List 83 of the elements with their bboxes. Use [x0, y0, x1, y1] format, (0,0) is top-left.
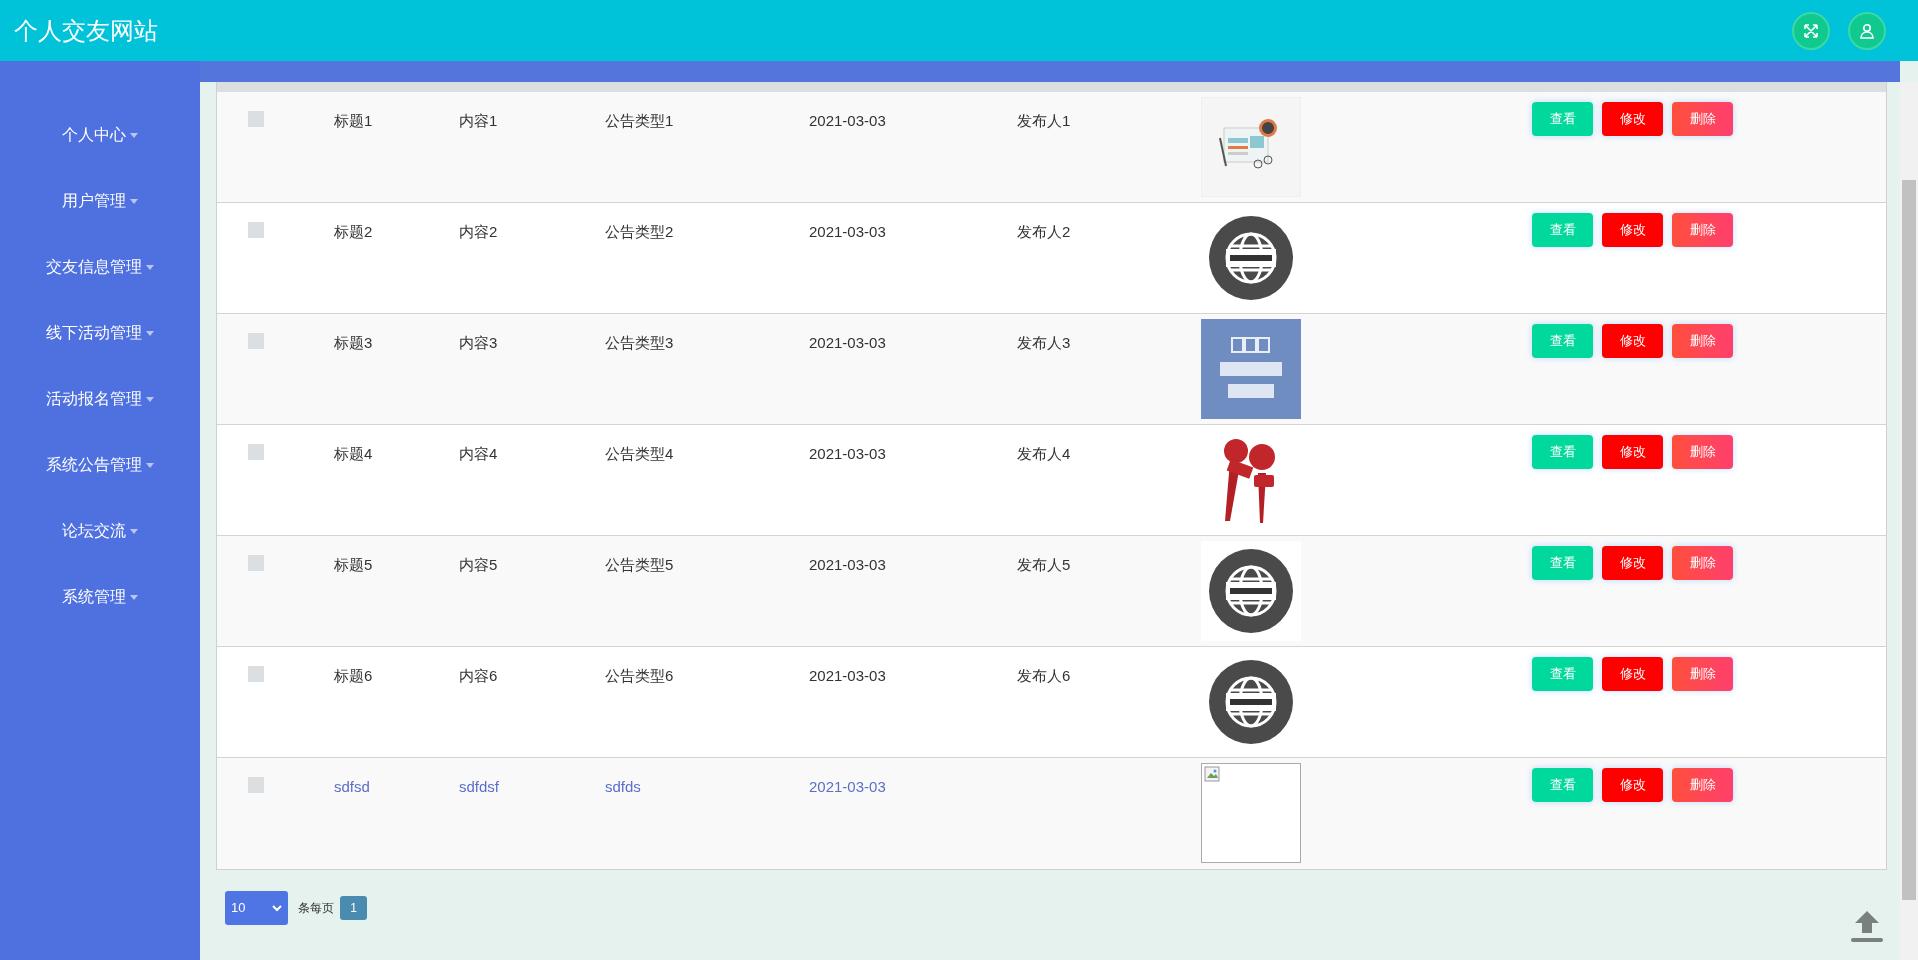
date-cell: 2021-03-03	[809, 112, 886, 129]
edit-button[interactable]: 修改	[1602, 768, 1663, 802]
publisher-cell: 发布人1	[1017, 112, 1071, 129]
edit-button[interactable]: 修改	[1602, 213, 1663, 247]
caret-icon	[130, 199, 138, 204]
delete-button[interactable]: 删除	[1672, 768, 1733, 802]
title-cell: 标题5	[334, 556, 373, 573]
content-cell: 内容4	[459, 445, 498, 462]
sidebar-menu-item[interactable]: 系统管理	[0, 575, 200, 641]
content-cell: 内容1	[459, 112, 498, 129]
date-cell[interactable]: 2021-03-03	[809, 778, 886, 795]
broken-image-icon	[1204, 766, 1220, 782]
delete-button[interactable]: 删除	[1672, 102, 1733, 136]
type-cell: 公告类型5	[605, 556, 674, 573]
scrollbar-thumb[interactable]	[1902, 180, 1916, 900]
delete-button[interactable]: 删除	[1672, 213, 1733, 247]
type-cell[interactable]: sdfds	[605, 778, 641, 795]
site-title: 个人交友网站	[14, 15, 158, 46]
delete-button[interactable]: 删除	[1672, 324, 1733, 358]
publisher-cell: 发布人6	[1017, 667, 1071, 684]
content-cell: 内容6	[459, 667, 498, 684]
chevron-down-icon	[272, 904, 282, 912]
content-cell[interactable]: sdfdsf	[459, 778, 500, 795]
row-checkbox[interactable]	[248, 222, 264, 238]
row-checkbox[interactable]	[248, 555, 264, 571]
caret-icon	[146, 265, 154, 270]
publisher-cell: 发布人4	[1017, 445, 1071, 462]
expand-icon	[1803, 22, 1819, 39]
sidebar-menu-item[interactable]: 交友信息管理	[0, 245, 200, 311]
page-size-select[interactable]: 10	[225, 891, 288, 925]
title-cell: 标题6	[334, 667, 373, 684]
type-cell: 公告类型6	[605, 667, 674, 684]
date-cell: 2021-03-03	[809, 334, 886, 351]
user-icon	[1859, 22, 1875, 39]
edit-button[interactable]: 修改	[1602, 102, 1663, 136]
edit-button[interactable]: 修改	[1602, 657, 1663, 691]
sidebar-menu-item[interactable]: 用户管理	[0, 179, 200, 245]
title-cell: 标题4	[334, 445, 373, 462]
type-cell: 公告类型4	[605, 445, 674, 462]
delete-button[interactable]: 删除	[1672, 435, 1733, 469]
row-checkbox[interactable]	[248, 777, 264, 793]
content-cell: 内容5	[459, 556, 498, 573]
date-cell: 2021-03-03	[809, 556, 886, 573]
sidebar-menu-item[interactable]: 个人中心	[0, 113, 200, 179]
edit-button[interactable]: 修改	[1602, 546, 1663, 580]
content-cell: 内容3	[459, 334, 498, 351]
edit-button[interactable]: 修改	[1602, 324, 1663, 358]
row-checkbox[interactable]	[248, 444, 264, 460]
publisher-cell: 发布人5	[1017, 556, 1071, 573]
date-cell: 2021-03-03	[809, 445, 886, 462]
caret-icon	[146, 397, 154, 402]
sidebar-menu-item[interactable]: 论坛交流	[0, 509, 200, 575]
date-cell: 2021-03-03	[809, 667, 886, 684]
scrollbar[interactable]	[1900, 82, 1918, 960]
publisher-cell: 发布人2	[1017, 223, 1071, 240]
row-checkbox[interactable]	[248, 333, 264, 349]
row-checkbox[interactable]	[248, 666, 264, 682]
type-cell: 公告类型2	[605, 223, 674, 240]
delete-button[interactable]: 删除	[1672, 657, 1733, 691]
caret-icon	[130, 595, 138, 600]
sidebar-menu-item[interactable]: 系统公告管理	[0, 443, 200, 509]
type-cell: 公告类型3	[605, 334, 674, 351]
fullscreen-button[interactable]	[1792, 11, 1830, 50]
user-button[interactable]	[1848, 11, 1886, 50]
type-cell: 公告类型1	[605, 112, 674, 129]
caret-icon	[130, 529, 138, 534]
row-checkbox[interactable]	[248, 111, 264, 127]
sidebar-menu-item[interactable]: 活动报名管理	[0, 377, 200, 443]
caret-icon	[146, 331, 154, 336]
content-cell: 内容2	[459, 223, 498, 240]
title-cell: 标题2	[334, 223, 373, 240]
sidebar-menu-item[interactable]: 线下活动管理	[0, 311, 200, 377]
page-button[interactable]: 1	[340, 896, 367, 920]
title-cell: 标题1	[334, 112, 373, 129]
date-cell: 2021-03-03	[809, 223, 886, 240]
caret-icon	[130, 133, 138, 138]
caret-icon	[146, 463, 154, 468]
title-cell: 标题3	[334, 334, 373, 351]
edit-button[interactable]: 修改	[1602, 435, 1663, 469]
title-cell[interactable]: sdfsd	[334, 778, 370, 795]
publisher-cell: 发布人3	[1017, 334, 1071, 351]
delete-button[interactable]: 删除	[1672, 546, 1733, 580]
per-page-label: 条每页	[298, 900, 334, 917]
